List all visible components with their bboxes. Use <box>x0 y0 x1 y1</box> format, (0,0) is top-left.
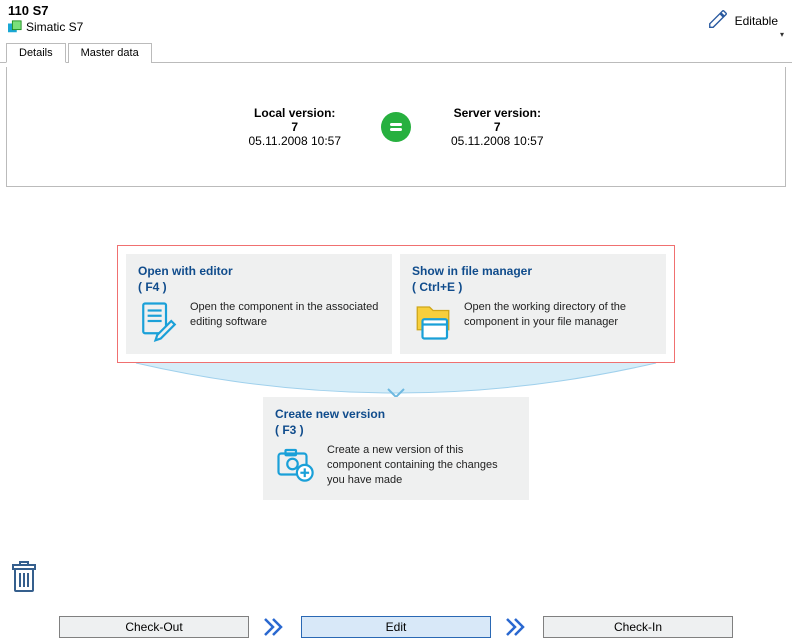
component-type-row: Simatic S7 <box>8 20 784 34</box>
card-show-file-manager[interactable]: Show in file manager ( Ctrl+E ) Open the… <box>400 254 666 354</box>
editable-label: Editable <box>735 14 778 28</box>
checkout-button[interactable]: Check-Out <box>59 616 249 638</box>
checkin-button[interactable]: Check-In <box>543 616 733 638</box>
edit-button[interactable]: Edit <box>301 616 491 638</box>
actions-area: Open with editor ( F4 ) Open the compone… <box>0 245 792 500</box>
card-create-version[interactable]: Create new version ( F3 ) Create a new v… <box>263 397 529 500</box>
document-edit-icon <box>138 300 180 342</box>
server-version-time: 05.11.2008 10:57 <box>451 134 544 148</box>
equal-icon <box>381 112 411 142</box>
card-create-version-desc: Create a new version of this component c… <box>327 443 517 488</box>
tabstrip: Details Master data <box>0 42 792 63</box>
trash-icon <box>10 561 38 593</box>
pencil-icon <box>707 8 729 33</box>
server-version-number: 7 <box>451 120 544 134</box>
local-version-label: Local version: <box>248 106 341 120</box>
local-version-block: Local version: 7 05.11.2008 10:57 <box>248 106 341 148</box>
version-compare-panel: Local version: 7 05.11.2008 10:57 Server… <box>6 67 786 187</box>
card-open-editor-desc: Open the component in the associated edi… <box>190 300 380 330</box>
card-create-version-shortcut: ( F3 ) <box>275 423 517 437</box>
card-show-fm-body: Open the working directory of the compon… <box>412 300 654 342</box>
card-open-editor-body: Open the component in the associated edi… <box>138 300 380 342</box>
header: 110 S7 Simatic S7 Editable ▾ <box>0 0 792 40</box>
chevron-down-icon: ▾ <box>780 30 784 39</box>
server-version-label: Server version: <box>451 106 544 120</box>
card-show-fm-title: Show in file manager <box>412 264 654 278</box>
card-open-editor[interactable]: Open with editor ( F4 ) Open the compone… <box>126 254 392 354</box>
card-open-editor-title: Open with editor <box>138 264 380 278</box>
chevron-right-icon <box>261 617 289 637</box>
chevron-right-icon <box>503 617 531 637</box>
local-version-number: 7 <box>248 120 341 134</box>
folder-window-icon <box>412 300 454 342</box>
delete-button[interactable] <box>10 561 38 596</box>
plc-icon <box>8 20 22 34</box>
tab-details[interactable]: Details <box>6 43 66 63</box>
card-show-fm-shortcut: ( Ctrl+E ) <box>412 280 654 294</box>
card-create-version-body: Create a new version of this component c… <box>275 443 517 488</box>
editable-dropdown[interactable]: Editable ▾ <box>701 6 784 35</box>
flow-connector <box>116 363 676 397</box>
camera-plus-icon <box>275 443 317 485</box>
card-create-version-title: Create new version <box>275 407 517 421</box>
highlighted-actions-row: Open with editor ( F4 ) Open the compone… <box>117 245 675 363</box>
workflow-footer: Check-Out Edit Check-In <box>0 616 792 638</box>
card-open-editor-shortcut: ( F4 ) <box>138 280 380 294</box>
component-type-label: Simatic S7 <box>26 20 83 34</box>
page-title: 110 S7 <box>8 3 784 18</box>
card-show-fm-desc: Open the working directory of the compon… <box>464 300 654 330</box>
local-version-time: 05.11.2008 10:57 <box>248 134 341 148</box>
tab-master-data[interactable]: Master data <box>68 43 152 63</box>
server-version-block: Server version: 7 05.11.2008 10:57 <box>451 106 544 148</box>
